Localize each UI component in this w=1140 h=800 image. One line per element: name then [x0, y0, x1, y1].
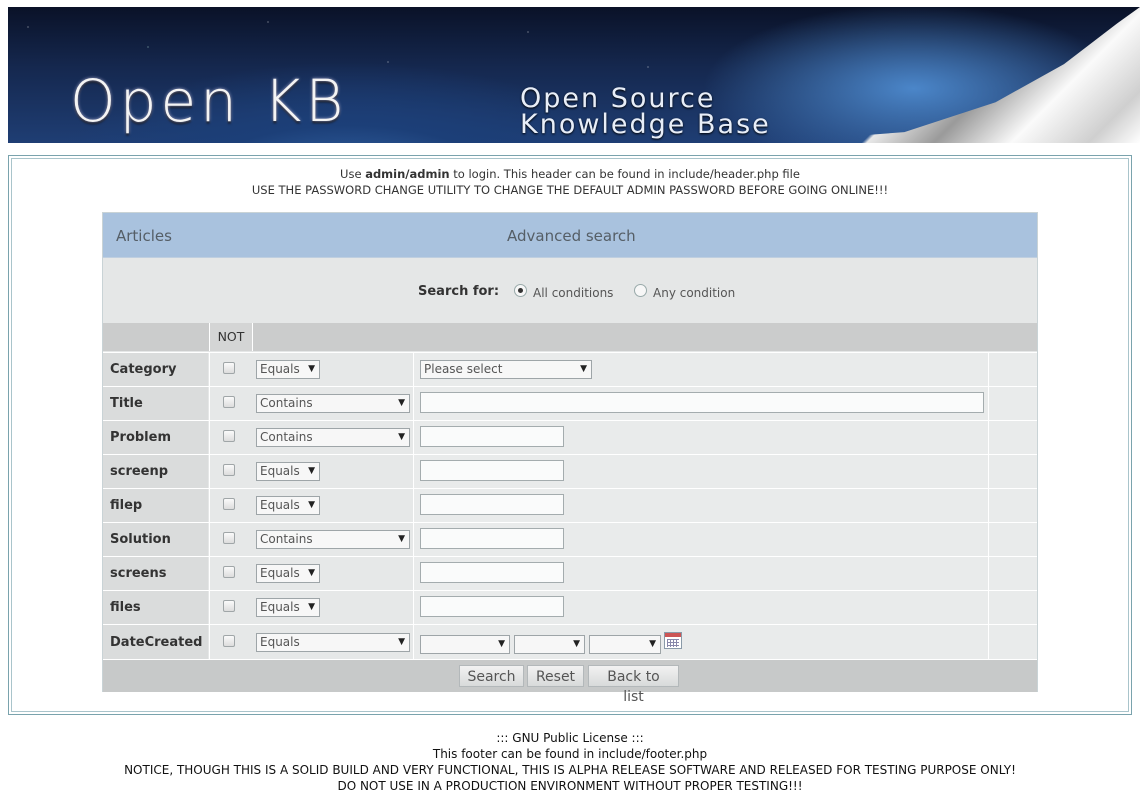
- table-row: DateCreated Equals ▼ ▼ ▼ ▼: [103, 624, 1037, 660]
- header-banner: Open KB Open Source Knowledge Base: [8, 7, 1140, 143]
- field-label: Solution: [110, 532, 171, 547]
- operator-select[interactable]: Equals ▼: [256, 496, 320, 515]
- field-label: files: [110, 600, 141, 615]
- not-checkbox[interactable]: [223, 396, 235, 408]
- chevron-down-icon: ▼: [308, 364, 315, 374]
- breadcrumb-articles[interactable]: Articles: [116, 227, 172, 245]
- operator-select[interactable]: Equals ▼: [256, 564, 320, 583]
- operator-select[interactable]: Equals ▼: [256, 360, 320, 379]
- not-checkbox[interactable]: [223, 635, 235, 647]
- not-checkbox[interactable]: [223, 600, 235, 612]
- chevron-down-icon: ▼: [308, 602, 315, 612]
- select-value: Contains: [260, 532, 313, 546]
- select-value: Equals: [260, 566, 300, 580]
- operator-select[interactable]: Contains ▼: [256, 428, 410, 447]
- select-value: Contains: [260, 396, 313, 410]
- panel-header: Articles Advanced search: [103, 213, 1037, 258]
- radio-any-condition-label[interactable]: Any condition: [653, 286, 735, 300]
- table-row: screens Equals ▼: [103, 556, 1037, 590]
- field-label: screenp: [110, 464, 169, 479]
- chevron-down-icon: ▼: [308, 500, 315, 510]
- button-bar: Search Reset Back to list: [103, 659, 1037, 705]
- table-header: NOT: [103, 323, 1037, 351]
- footer-license: ::: GNU Public License :::: [496, 731, 644, 745]
- operator-select[interactable]: Equals ▼: [256, 462, 320, 481]
- field-label: Title: [110, 396, 143, 411]
- not-checkbox[interactable]: [223, 532, 235, 544]
- solution-input[interactable]: [420, 528, 564, 549]
- files-input[interactable]: [420, 596, 564, 617]
- chevron-down-icon: ▼: [398, 398, 405, 408]
- chevron-down-icon: ▼: [398, 432, 405, 442]
- not-checkbox[interactable]: [223, 464, 235, 476]
- chevron-down-icon: ▼: [649, 639, 656, 649]
- table-row: screenp Equals ▼: [103, 454, 1037, 488]
- search-mode-row: Search for: All conditions Any condition: [103, 259, 1037, 321]
- month-select[interactable]: ▼: [514, 635, 585, 654]
- radio-all-conditions[interactable]: [514, 284, 527, 297]
- chevron-down-icon: ▼: [398, 534, 405, 544]
- table-row: Solution Contains ▼: [103, 522, 1037, 556]
- back-to-list-button[interactable]: Back to list: [588, 665, 679, 705]
- select-value: Equals: [260, 464, 300, 478]
- page-title: Advanced search: [507, 227, 636, 245]
- select-value: Equals: [260, 498, 300, 512]
- day-select[interactable]: ▼: [420, 635, 510, 654]
- problem-input[interactable]: [420, 426, 564, 447]
- not-checkbox[interactable]: [223, 566, 235, 578]
- year-select[interactable]: ▼: [589, 635, 661, 654]
- footer-warning: DO NOT USE IN A PRODUCTION ENVIRONMENT W…: [337, 779, 803, 793]
- screenp-input[interactable]: [420, 460, 564, 481]
- banner-subtitle-2: Knowledge Base: [520, 109, 771, 140]
- logo-text: Open KB: [70, 67, 348, 135]
- chevron-down-icon: ▼: [498, 639, 505, 649]
- chevron-down-icon: ▼: [573, 639, 580, 649]
- filep-input[interactable]: [420, 494, 564, 515]
- search-for-label: Search for:: [418, 284, 500, 299]
- field-label: filep: [110, 498, 143, 513]
- radio-any-condition[interactable]: [634, 284, 647, 297]
- chevron-down-icon: ▼: [308, 568, 315, 578]
- field-label: Category: [110, 362, 177, 377]
- advanced-search-panel: Articles Advanced search Search for: All…: [102, 212, 1038, 705]
- field-label: screens: [110, 566, 167, 581]
- chevron-down-icon: ▼: [398, 637, 405, 647]
- category-select[interactable]: Please select ▼: [420, 360, 592, 379]
- not-checkbox[interactable]: [223, 430, 235, 442]
- not-checkbox[interactable]: [223, 362, 235, 374]
- chevron-down-icon: ▼: [308, 466, 315, 476]
- table-row: Problem Contains ▼: [103, 420, 1037, 454]
- operator-select[interactable]: Contains ▼: [256, 394, 410, 413]
- table-row: files Equals ▼: [103, 590, 1037, 624]
- operator-select[interactable]: Equals ▼: [256, 598, 320, 617]
- field-label: DateCreated: [110, 635, 203, 650]
- footer-notice: NOTICE, THOUGH THIS IS A SOLID BUILD AND…: [124, 763, 1016, 777]
- select-value: Please select: [424, 362, 503, 376]
- login-notice-prefix: Use: [340, 167, 366, 181]
- table-row: Category Equals ▼ Please select ▼: [103, 352, 1037, 386]
- not-checkbox[interactable]: [223, 498, 235, 510]
- title-input[interactable]: [420, 392, 984, 413]
- login-notice: Use admin/admin to login. This header ca…: [0, 167, 1140, 181]
- operator-select[interactable]: Equals ▼: [256, 633, 410, 652]
- chevron-down-icon: ▼: [580, 364, 587, 374]
- operator-select[interactable]: Contains ▼: [256, 530, 410, 549]
- search-button[interactable]: Search: [459, 665, 524, 687]
- field-label: Problem: [110, 430, 171, 445]
- table-row: filep Equals ▼: [103, 488, 1037, 522]
- select-value: Equals: [260, 635, 300, 649]
- select-value: Contains: [260, 430, 313, 444]
- password-warning: USE THE PASSWORD CHANGE UTILITY TO CHANG…: [251, 183, 889, 197]
- login-credentials: admin/admin: [365, 167, 450, 181]
- select-value: Equals: [260, 362, 300, 376]
- not-column-header: NOT: [209, 323, 253, 351]
- calendar-icon[interactable]: [664, 632, 682, 649]
- reset-button[interactable]: Reset: [527, 665, 584, 687]
- table-row: Title Contains ▼: [103, 386, 1037, 420]
- select-value: Equals: [260, 600, 300, 614]
- radio-all-conditions-label[interactable]: All conditions: [533, 286, 613, 300]
- login-notice-suffix: to login. This header can be found in in…: [449, 167, 800, 181]
- footer-location: This footer can be found in include/foot…: [432, 747, 708, 761]
- screens-input[interactable]: [420, 562, 564, 583]
